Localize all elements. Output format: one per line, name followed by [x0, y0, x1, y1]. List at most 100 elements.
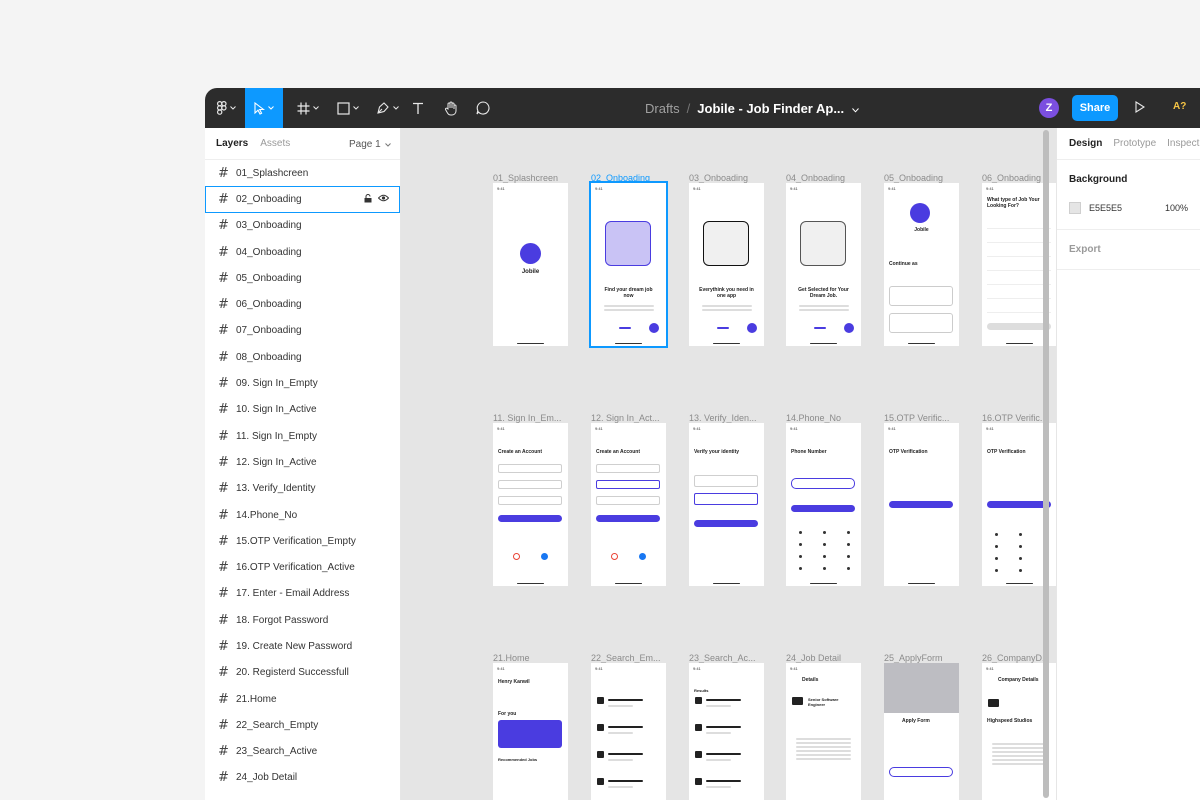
page-selector[interactable]: Page 1	[349, 139, 391, 150]
dim-overlay	[884, 663, 959, 713]
chevron-down-icon[interactable]	[852, 101, 860, 116]
tab-inspect[interactable]: Inspect	[1167, 138, 1199, 149]
eye-icon[interactable]	[377, 194, 390, 205]
canvas-scrollbar[interactable]	[1043, 130, 1049, 798]
home-indicator	[615, 342, 642, 344]
frame-label[interactable]: 24_Job Detail	[786, 653, 866, 663]
frame-label[interactable]: 15.OTP Verific...	[884, 413, 964, 423]
layer-row[interactable]: #13. Verify_Identity	[205, 476, 400, 502]
tab-assets[interactable]: Assets	[260, 138, 290, 149]
comment-tool-button[interactable]	[473, 88, 493, 128]
mobile-frame[interactable]: 9:41 Create an Account	[493, 423, 568, 586]
export-section-title[interactable]: Export	[1057, 230, 1200, 269]
status-bar: 9:41	[595, 426, 603, 431]
layer-row[interactable]: #06_Onboading	[205, 291, 400, 317]
screen-title: Verify your identity	[694, 449, 740, 455]
mobile-frame[interactable]: 9:41 Details Senior Software Engineer	[786, 663, 861, 800]
text-tool-button[interactable]	[408, 88, 428, 128]
mobile-frame[interactable]: 9:41Apply Form	[884, 663, 959, 800]
layer-row[interactable]: #07_Onboading	[205, 318, 400, 344]
color-swatch[interactable]	[1069, 202, 1081, 214]
layer-label: 12. Sign In_Active	[236, 456, 317, 468]
share-button[interactable]: Share	[1072, 95, 1118, 121]
tab-layers[interactable]: Layers	[216, 138, 248, 149]
accessibility-badge[interactable]: A?	[1173, 101, 1186, 112]
background-hex-value[interactable]: E5E5E5	[1089, 203, 1122, 213]
job-meta-line	[608, 786, 633, 788]
frame-label[interactable]: 11. Sign In_Em...	[493, 413, 573, 423]
layer-row[interactable]: #11. Sign In_Empty	[205, 423, 400, 449]
layer-row[interactable]: #08_Onboading	[205, 344, 400, 370]
layer-row[interactable]: #14.Phone_No	[205, 502, 400, 528]
frame-tool-button[interactable]	[291, 88, 325, 128]
layer-row[interactable]: #17. Enter - Email Address	[205, 581, 400, 607]
frame-label[interactable]: 04_Onboading	[786, 173, 866, 183]
layer-row[interactable]: #09. Sign In_Empty	[205, 370, 400, 396]
background-opacity-value[interactable]: 100%	[1165, 203, 1188, 213]
mobile-frame[interactable]: 9:41 Create an Account	[591, 423, 666, 586]
frame-label[interactable]: 22_Search_Em...	[591, 653, 671, 663]
layer-row[interactable]: #05_Onboading	[205, 265, 400, 291]
mobile-frame[interactable]: 9:41 Find your dream job now	[589, 181, 668, 348]
mobile-frame[interactable]: 9:41 Everythink you need in one app	[689, 183, 764, 346]
layer-row[interactable]: #04_Onboading	[205, 239, 400, 265]
mobile-frame[interactable]: 9:41 Phone Number	[786, 423, 861, 586]
layer-row[interactable]: #02_Onboading	[205, 186, 400, 213]
layer-row[interactable]: #16.OTP Verification_Active	[205, 554, 400, 580]
frame-label[interactable]: 25_ApplyForm	[884, 653, 964, 663]
mobile-frame[interactable]: 9:41 OTP Verification	[884, 423, 959, 586]
frame-label[interactable]: 12. Sign In_Act...	[591, 413, 671, 423]
layer-row[interactable]: #21.Home	[205, 686, 400, 712]
option-card	[694, 475, 758, 487]
placeholder-line	[992, 759, 1047, 761]
continue-button	[694, 520, 758, 527]
user-avatar[interactable]: Z	[1039, 98, 1059, 118]
background-fill-row[interactable]: E5E5E5 100%	[1057, 199, 1200, 217]
placeholder-line	[701, 309, 752, 311]
frame-label[interactable]: 21.Home	[493, 653, 573, 663]
status-bar: 9:41	[790, 426, 798, 431]
layer-label: 20. Registerd Successfull	[236, 667, 349, 679]
mobile-frame[interactable]: 9:41 Henry Kanwil For you Recommended Jobs	[493, 663, 568, 800]
layer-row[interactable]: #19. Create New Password	[205, 633, 400, 659]
file-name[interactable]: Jobile - Job Finder Ap...	[697, 101, 844, 116]
layer-row[interactable]: #12. Sign In_Active	[205, 449, 400, 475]
breadcrumb-drafts[interactable]: Drafts	[645, 101, 680, 116]
layer-row[interactable]: #01_Splashcreen	[205, 160, 400, 186]
layer-row[interactable]: #10. Sign In_Active	[205, 397, 400, 423]
design-canvas[interactable]: 01_Splashcreen 9:41 Jobile 02_Onboading 9:41…	[401, 128, 1056, 800]
mobile-frame[interactable]: 9:41 Verify your identity	[689, 423, 764, 586]
layer-row[interactable]: #18. Forgot Password	[205, 607, 400, 633]
move-tool-button[interactable]	[245, 88, 283, 128]
frame-label[interactable]: 05_Onboading	[884, 173, 964, 183]
mobile-frame[interactable]: 9:41 Jobile Continue as	[884, 183, 959, 346]
shape-tool-button[interactable]	[331, 88, 365, 128]
mobile-frame[interactable]: 9:41	[591, 663, 666, 800]
tab-prototype[interactable]: Prototype	[1113, 138, 1156, 149]
layer-row[interactable]: #15.OTP Verification_Empty	[205, 528, 400, 554]
frame-label[interactable]: 03_Onboading	[689, 173, 769, 183]
mobile-frame[interactable]: 9:41 Jobile	[493, 183, 568, 346]
frame-hash-icon: #	[218, 744, 229, 760]
tab-design[interactable]: Design	[1069, 138, 1102, 149]
continue-as-label: Continue as	[889, 261, 918, 267]
status-bar: 9:41	[497, 186, 505, 191]
present-play-icon[interactable]	[1135, 100, 1146, 118]
layer-row[interactable]: #23_Search_Active	[205, 739, 400, 765]
unlock-icon[interactable]	[364, 194, 372, 206]
frame-label[interactable]: 14.Phone_No	[786, 413, 866, 423]
layer-row[interactable]: #03_Onboading	[205, 213, 400, 239]
layer-row[interactable]: #20. Registerd Successfull	[205, 660, 400, 686]
mobile-frame[interactable]: 9:41 Get Selected for Your Dream Job.	[786, 183, 861, 346]
mobile-frame[interactable]: 9:41 Results	[689, 663, 764, 800]
main-menu-button[interactable]	[211, 88, 241, 128]
pen-tool-button[interactable]	[370, 88, 404, 128]
hand-tool-button[interactable]	[441, 88, 461, 128]
layer-row[interactable]: #22_Search_Empty	[205, 712, 400, 738]
screen-title: Company Details	[998, 677, 1039, 683]
frame-label[interactable]: 23_Search_Ac...	[689, 653, 769, 663]
frame-label[interactable]: 02_Onboading	[591, 173, 671, 183]
frame-label[interactable]: 13. Verify_Iden...	[689, 413, 769, 423]
frame-label[interactable]: 01_Splashcreen	[493, 173, 573, 183]
layer-row[interactable]: #24_Job Detail	[205, 765, 400, 791]
